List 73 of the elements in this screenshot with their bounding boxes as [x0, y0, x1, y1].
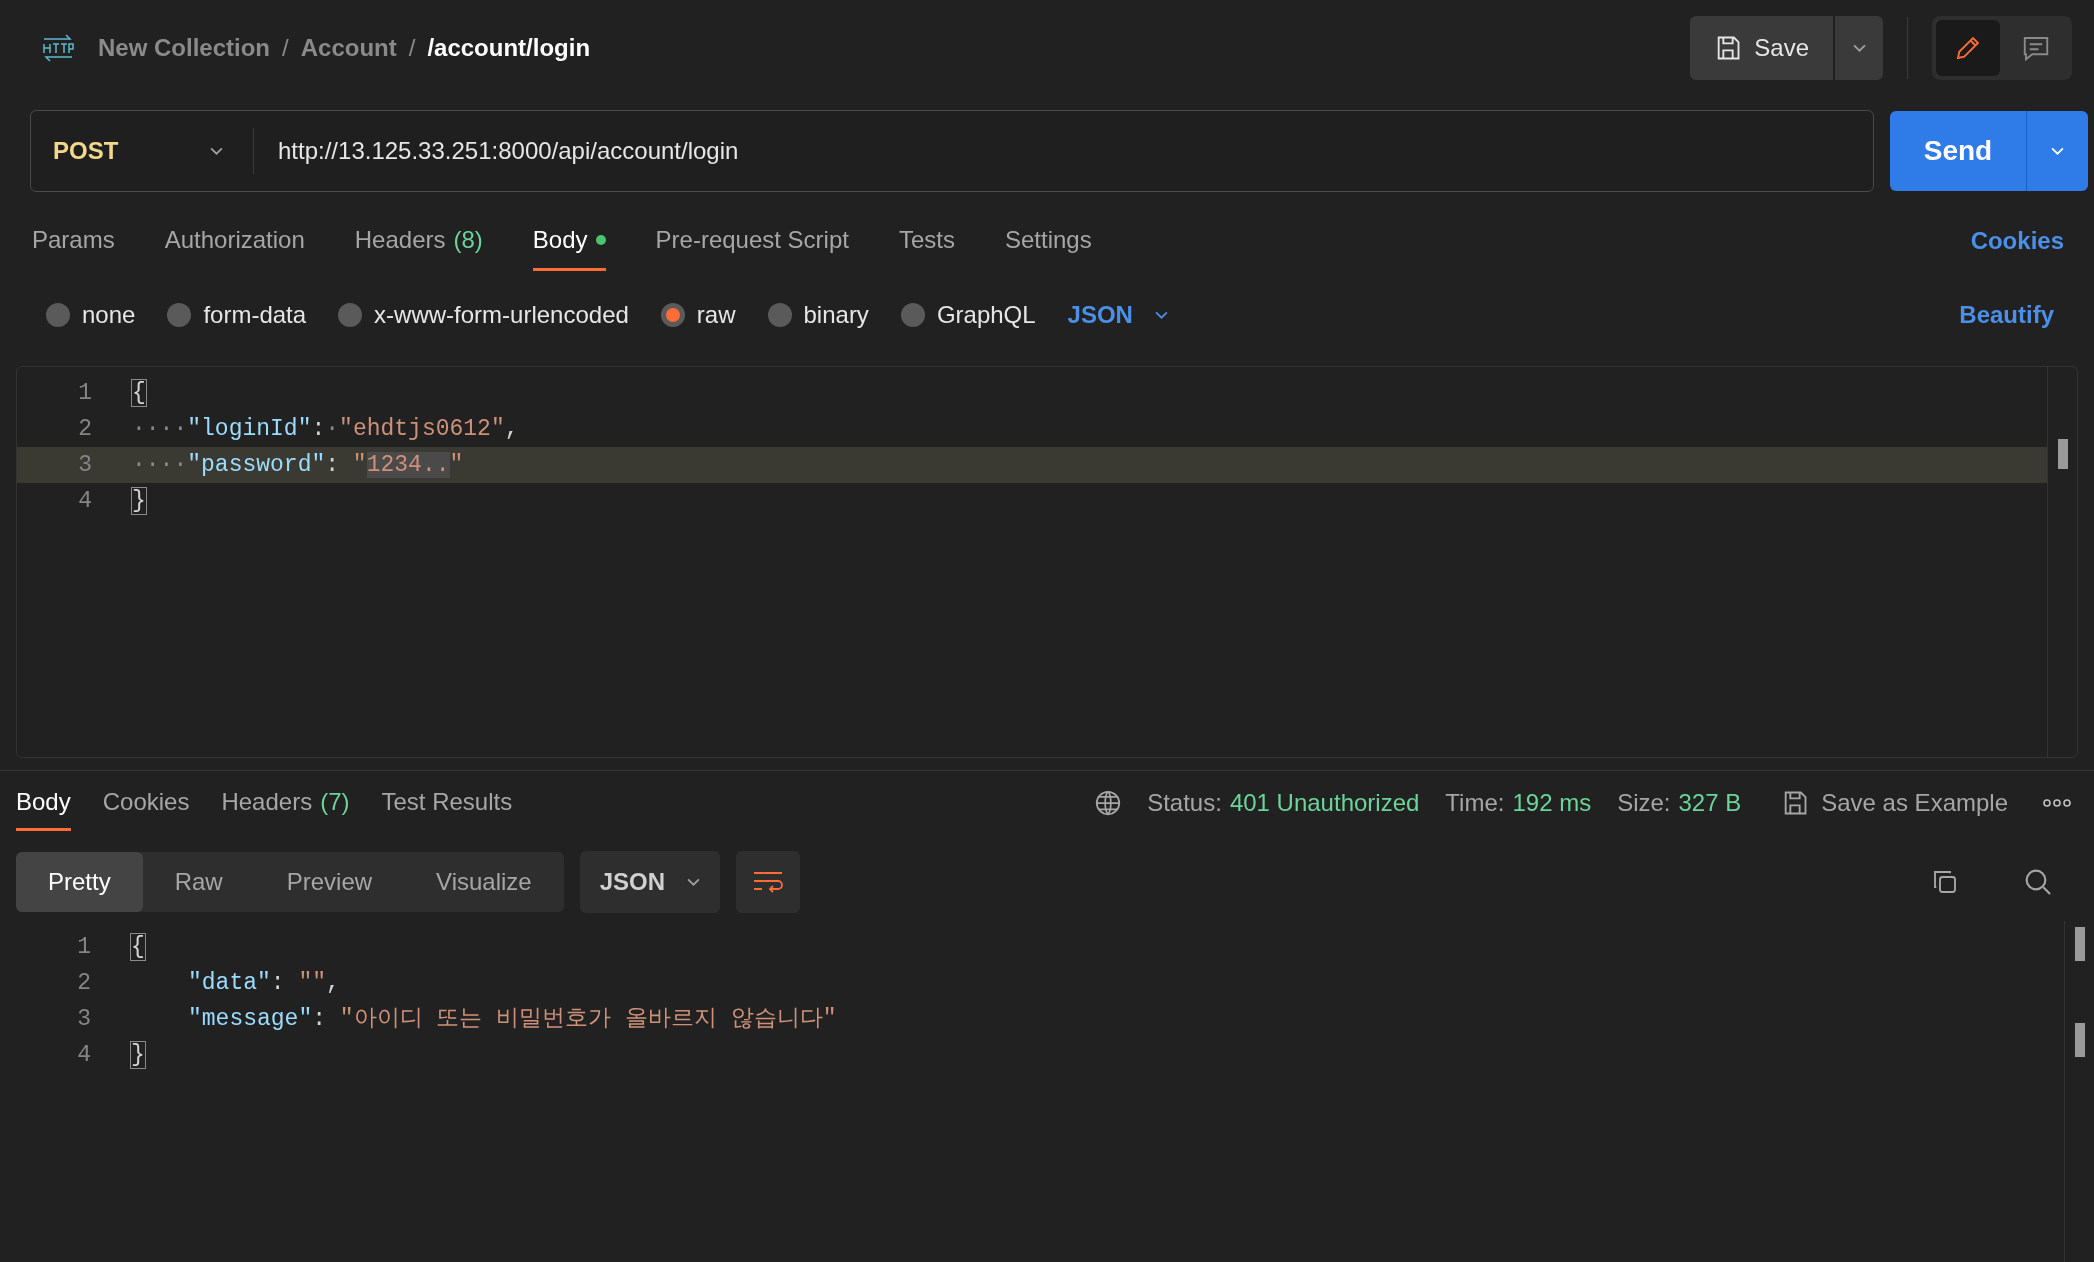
radio-button[interactable] — [167, 303, 192, 327]
code-line: { — [132, 378, 146, 408]
radio-button[interactable] — [338, 303, 363, 327]
body-type-radio[interactable]: form-data — [167, 297, 307, 333]
code-line: ····"loginId":·"ehdtjs0612", — [132, 414, 519, 444]
code-line: "data": "", — [188, 968, 340, 998]
save-as-example-button[interactable]: Save as Example — [1781, 785, 2008, 821]
view-mode-tab[interactable]: Raw — [142, 852, 255, 912]
status-value: 327 B — [1678, 788, 1742, 818]
response-format-dropdown[interactable]: JSON — [579, 851, 721, 913]
response-tab[interactable]: Headers (7) — [221, 775, 350, 831]
chevron-down-icon — [210, 147, 223, 155]
edit-mode-button[interactable] — [1936, 19, 2000, 76]
chevron-down-icon — [1852, 43, 1866, 52]
breadcrumb-link[interactable]: New Collection — [98, 29, 271, 66]
body-type-radio[interactable]: binary — [767, 297, 869, 333]
line-number: 4 — [76, 1040, 91, 1070]
code-line: } — [132, 486, 146, 516]
response-tab[interactable]: Test Results — [381, 775, 513, 831]
request-body-editor[interactable]: 1 { 2 ····"loginId":·"ehdtjs0612", 3 ····"password": "1234.." 4 } — [16, 366, 2078, 758]
breadcrumb-separator: / — [282, 32, 289, 63]
line-number: 3 — [76, 1004, 91, 1034]
more-options-icon[interactable] — [2042, 798, 2072, 808]
view-mode-tab[interactable]: Preview — [254, 852, 405, 912]
body-type-radio[interactable]: GraphQL — [900, 297, 1036, 333]
body-type-radio[interactable]: x-www-form-urlencoded — [338, 297, 629, 333]
request-tab[interactable]: Tests — [898, 211, 955, 271]
body-type-radio[interactable]: none — [46, 297, 136, 333]
radio-button[interactable] — [900, 303, 925, 327]
code-line: ····"password": "1234.." — [132, 450, 464, 480]
status-label: Status: — [1147, 788, 1222, 818]
response-tab[interactable]: Body — [16, 775, 71, 831]
request-tab[interactable]: Settings — [1004, 211, 1092, 271]
radio-button[interactable] — [767, 303, 792, 327]
line-number: 1 — [77, 378, 92, 408]
view-mode-tab[interactable]: Visualize — [404, 852, 564, 912]
breadcrumb-current: /account/login — [427, 32, 591, 63]
status-label: Time: — [1445, 788, 1505, 818]
breadcrumb-separator: / — [408, 32, 416, 63]
beautify-link[interactable]: Beautify — [1959, 297, 2054, 333]
view-mode-tab[interactable]: Pretty — [16, 852, 143, 912]
send-button[interactable]: Send — [1890, 111, 2026, 191]
chevron-down-icon — [687, 878, 701, 886]
url-bar[interactable]: POST http://13.125.33.251:8000/api/account/login — [30, 110, 1874, 192]
line-number: 2 — [77, 414, 92, 444]
line-number: 3 — [77, 450, 92, 480]
cookies-link[interactable]: Cookies — [1970, 223, 2064, 259]
chevron-down-icon — [1154, 311, 1168, 319]
wrap-lines-button[interactable] — [736, 851, 801, 913]
save-button[interactable]: Save — [1690, 15, 1833, 80]
line-number: 1 — [76, 932, 91, 962]
body-type-radio[interactable]: raw — [660, 297, 736, 333]
radio-button[interactable] — [46, 303, 70, 327]
request-tab[interactable]: Authorization — [164, 211, 305, 271]
chevron-down-icon — [2051, 147, 2064, 155]
line-number: 2 — [76, 968, 91, 998]
request-tab[interactable]: Headers (8) — [354, 211, 483, 271]
status-label: Size: — [1617, 788, 1671, 818]
code-line: { — [131, 932, 145, 962]
language-dropdown[interactable]: JSON — [1067, 297, 1168, 333]
request-tab[interactable]: Body — [532, 211, 606, 271]
request-tab[interactable]: Pre-request Script — [655, 211, 849, 271]
status-value: 192 ms — [1512, 788, 1592, 818]
line-number: 4 — [77, 486, 92, 516]
status-value: 401 Unauthorized — [1229, 788, 1420, 818]
response-tab[interactable]: Cookies — [102, 775, 190, 831]
breadcrumb-link[interactable]: Account — [300, 29, 397, 66]
http-icon — [40, 32, 76, 63]
code-line: } — [131, 1040, 145, 1070]
code-line: "message": "아이디 또는 비밀번호가 올바르지 않습니다" — [188, 1004, 837, 1034]
request-tab[interactable]: Params — [32, 211, 115, 271]
method-dropdown[interactable]: POST — [31, 111, 253, 191]
radio-button[interactable] — [660, 303, 685, 327]
